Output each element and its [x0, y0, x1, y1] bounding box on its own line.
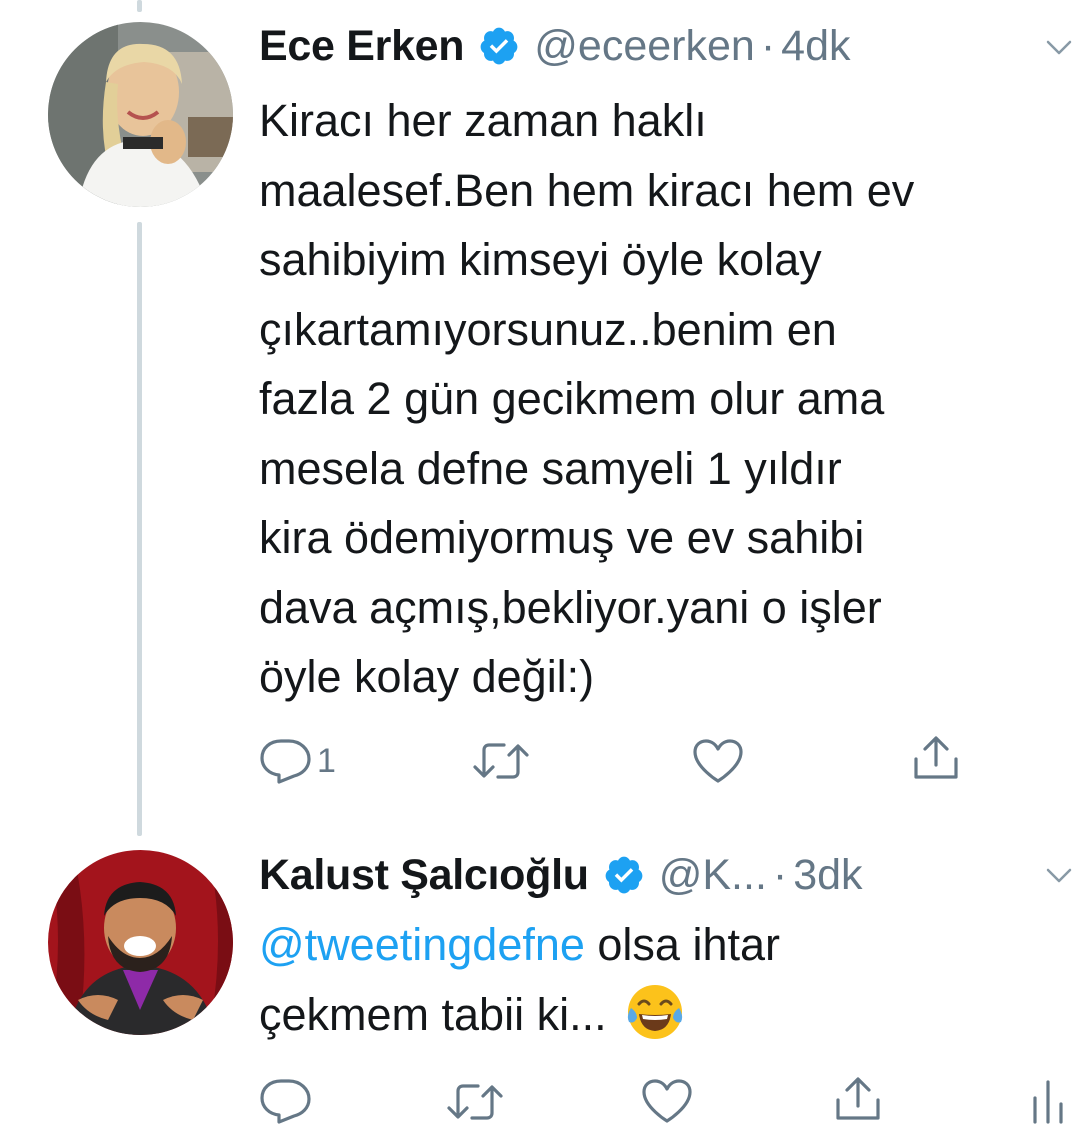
verified-badge-icon: [478, 25, 520, 67]
tweet-text-line: @tweetingdefne olsa ihtar: [259, 910, 1079, 980]
thread-connector-top: [137, 0, 142, 12]
tweet-text-line: çekmem tabii ki...: [259, 980, 1079, 1050]
like-icon: [642, 1079, 692, 1123]
tweet-text-line: öyle kolay değil:): [259, 651, 595, 702]
avatar-image: [48, 850, 233, 1035]
like-button[interactable]: [641, 1078, 693, 1124]
display-name[interactable]: Ece Erken: [259, 22, 465, 71]
reply-icon: [260, 1079, 311, 1124]
separator-dot: ·: [760, 21, 776, 70]
chevron-down-icon[interactable]: [1046, 40, 1072, 56]
retweet-icon: [447, 1084, 503, 1120]
tweet-text-fragment: olsa ihtar: [584, 919, 781, 970]
tweet-text-fragment: çekmem tabii ki...: [259, 988, 620, 1040]
tweet-text-line: dava açmış,bekliyor.yani o işler: [259, 581, 882, 633]
tweet-body: Kiracı her zaman haklı maalesef.Ben hem …: [259, 86, 1079, 712]
timestamp[interactable]: 3dk: [793, 851, 862, 900]
retweet-icon: [473, 743, 529, 779]
user-handle[interactable]: @eceerken: [534, 22, 755, 71]
avatar-kalust-salcioglu[interactable]: [48, 850, 233, 1035]
verified-badge-icon: [603, 854, 645, 896]
display-name[interactable]: Kalust Şalcıoğlu: [259, 851, 589, 900]
tweet-header: Ece Erken @eceerken · 4dk: [259, 16, 851, 76]
tweet-header: Kalust Şalcıoğlu @K... · 3dk: [259, 845, 863, 905]
separator-dot: ·: [772, 850, 788, 899]
chevron-down-icon[interactable]: [1046, 868, 1072, 884]
tweet-text-line: maalesef.Ben hem kiracı hem ev: [259, 164, 915, 216]
reply-button[interactable]: 1: [259, 738, 336, 784]
tweet-text-line: sahibiyim kimseyi öyle kolay: [259, 234, 822, 285]
user-handle[interactable]: @K...: [659, 851, 767, 900]
reply-button[interactable]: [259, 1078, 313, 1124]
share-button[interactable]: [912, 735, 960, 781]
reply-count: 1: [317, 741, 336, 780]
reply-icon: [260, 739, 311, 784]
share-icon: [836, 1077, 880, 1120]
tweet-text-line: Kiracı her zaman haklı: [259, 95, 707, 146]
timestamp[interactable]: 4dk: [781, 22, 850, 71]
avatar-image: [48, 22, 233, 207]
share-button[interactable]: [834, 1076, 882, 1122]
thread-connector: [137, 222, 142, 836]
avatar-ece-erken[interactable]: [48, 22, 233, 207]
tweet-text-line: mesela defne samyeli 1 yıldır: [259, 442, 842, 494]
retweet-button[interactable]: [472, 741, 530, 781]
tweet-text-line: çıkartamıyorsunuz..benim en: [259, 303, 837, 355]
retweet-button[interactable]: [446, 1082, 504, 1122]
analytics-icon: [1033, 1080, 1063, 1124]
tweet-text-line: fazla 2 gün gecikmem olur ama: [259, 373, 885, 424]
tweet-body: @tweetingdefne olsa ihtar çekmem tabii k…: [259, 910, 1079, 1049]
share-icon: [914, 736, 958, 779]
like-icon: [693, 739, 743, 783]
tweet-text-line: kira ödemiyormuş ve ev sahibi: [259, 512, 865, 563]
tears-of-joy-emoji-icon: [625, 982, 685, 1042]
mention-link[interactable]: @tweetingdefne: [259, 919, 585, 970]
like-button[interactable]: [692, 738, 744, 784]
analytics-button[interactable]: [1030, 1078, 1066, 1124]
